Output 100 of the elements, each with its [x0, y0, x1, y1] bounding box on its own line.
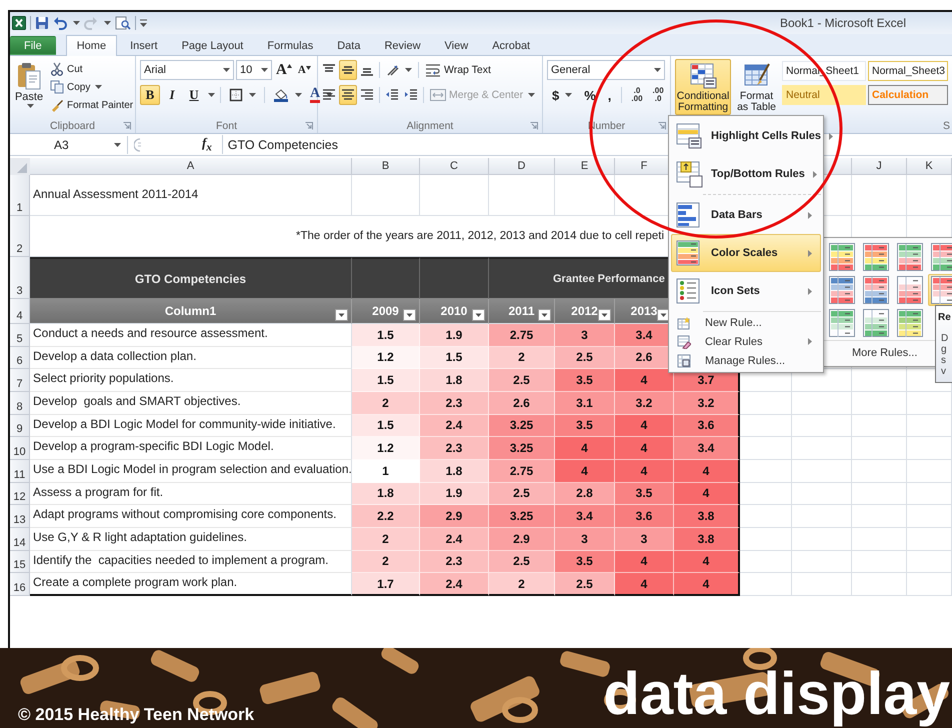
ribbon-tab[interactable]: Page Layout — [170, 36, 254, 55]
color-scale-option[interactable] — [826, 274, 858, 306]
column-header[interactable]: C — [420, 158, 489, 175]
row-header[interactable]: 12 — [10, 482, 30, 506]
empty-cell[interactable] — [792, 437, 852, 460]
menu-item[interactable]: New Rule... — [671, 313, 821, 332]
color-scale-option[interactable] — [826, 307, 858, 339]
color-scale-option[interactable] — [894, 241, 926, 273]
menu-item[interactable]: Manage Rules... — [671, 351, 821, 370]
ribbon-tab[interactable]: Review — [373, 36, 432, 55]
save-icon[interactable] — [35, 16, 49, 30]
filter-dropdown-icon[interactable] — [403, 309, 416, 321]
cell-style-option[interactable]: Neutral — [782, 85, 866, 105]
select-all-icon[interactable] — [10, 158, 31, 175]
empty-cell[interactable] — [907, 175, 952, 216]
empty-cell[interactable] — [852, 460, 907, 483]
ribbon-tab[interactable]: Data — [326, 36, 372, 55]
empty-cell[interactable] — [792, 550, 852, 574]
filter-dropdown-icon[interactable] — [657, 309, 670, 321]
row-header[interactable]: 1 — [10, 175, 30, 216]
column-header[interactable]: J — [852, 158, 907, 175]
row-header[interactable]: 11 — [10, 460, 30, 483]
increase-decimal-button[interactable]: .0 .00 — [627, 86, 647, 104]
empty-cell[interactable] — [852, 414, 907, 438]
empty-cell[interactable] — [907, 482, 952, 506]
font-color-button[interactable]: A — [307, 86, 336, 104]
row-header[interactable]: 8 — [10, 392, 30, 415]
row-header[interactable]: 13 — [10, 505, 30, 528]
empty-cell[interactable] — [852, 437, 907, 460]
filter-dropdown-icon[interactable] — [472, 309, 485, 321]
paste-button[interactable]: Paste — [12, 59, 46, 118]
row-header[interactable]: 15 — [10, 550, 30, 574]
color-scale-option[interactable] — [928, 274, 952, 306]
ribbon-tab[interactable]: View — [434, 36, 480, 55]
menu-item[interactable]: Top/Bottom Rules — [671, 155, 821, 193]
empty-cell[interactable] — [792, 414, 852, 438]
empty-cell[interactable] — [352, 175, 420, 216]
color-scale-option[interactable] — [894, 307, 926, 339]
decrease-decimal-button[interactable]: .00 .0 — [648, 86, 668, 104]
menu-item[interactable]: More Rules... — [851, 346, 918, 360]
row-header[interactable]: 6 — [10, 346, 30, 370]
italic-button[interactable]: I — [162, 85, 182, 105]
empty-cell[interactable] — [792, 528, 852, 551]
row-header[interactable]: 14 — [10, 528, 30, 551]
format-painter-button[interactable]: Format Painter — [48, 96, 136, 114]
empty-cell[interactable] — [907, 528, 952, 551]
ribbon-tab[interactable]: Acrobat — [481, 36, 542, 55]
percent-button[interactable]: % — [579, 86, 601, 104]
empty-cell[interactable] — [907, 460, 952, 483]
filter-dropdown-icon[interactable] — [538, 309, 551, 321]
empty-cell[interactable] — [489, 175, 555, 216]
empty-cell[interactable] — [907, 505, 952, 528]
dialog-launcher-icon[interactable] — [305, 122, 313, 130]
currency-button[interactable]: $ — [547, 86, 578, 104]
filter-dropdown-icon[interactable] — [335, 309, 348, 321]
column-header[interactable]: A — [30, 158, 352, 175]
color-scale-option[interactable] — [826, 241, 858, 273]
color-scale-option[interactable] — [860, 274, 892, 306]
menu-item[interactable]: Color Scales — [671, 234, 821, 272]
customize-toolbar-icon[interactable] — [140, 19, 147, 27]
align-center-button[interactable] — [339, 85, 357, 105]
shrink-font-button[interactable]: A — [296, 63, 313, 77]
color-scale-option[interactable] — [860, 241, 892, 273]
wrap-text-button[interactable]: Wrap Text — [422, 61, 494, 79]
empty-cell[interactable] — [852, 392, 907, 415]
copy-button[interactable]: Copy — [48, 78, 136, 96]
empty-cell[interactable] — [852, 369, 907, 392]
empty-cell[interactable] — [792, 460, 852, 483]
row-header[interactable]: 10 — [10, 437, 30, 460]
column-header[interactable]: K — [907, 158, 952, 175]
bold-button[interactable]: B — [140, 85, 160, 105]
empty-cell[interactable] — [792, 505, 852, 528]
column-header[interactable]: B — [352, 158, 420, 175]
grow-font-button[interactable]: A — [274, 60, 294, 80]
filter-dropdown-icon[interactable] — [598, 309, 611, 321]
redo-icon[interactable] — [84, 16, 98, 30]
empty-cell[interactable] — [852, 528, 907, 551]
column-header[interactable]: E — [555, 158, 615, 175]
row-header[interactable]: 4 — [10, 299, 30, 324]
menu-item[interactable]: Data Bars — [671, 196, 821, 234]
row-header[interactable]: 16 — [10, 573, 30, 596]
insert-function-button[interactable]: f$_{x}$ — [198, 134, 216, 155]
empty-cell[interactable] — [907, 392, 952, 415]
empty-cell[interactable] — [907, 550, 952, 574]
dialog-launcher-icon[interactable] — [658, 122, 666, 130]
file-tab[interactable]: File — [10, 36, 56, 55]
undo-icon[interactable] — [53, 16, 67, 30]
color-scale-option[interactable] — [928, 241, 952, 273]
align-middle-button[interactable] — [339, 60, 357, 80]
color-scale-option[interactable] — [860, 307, 892, 339]
empty-cell[interactable] — [852, 573, 907, 596]
row-header[interactable]: 7 — [10, 369, 30, 392]
cell-style-option[interactable]: Normal_Sheet3 — [868, 61, 948, 81]
empty-cell[interactable] — [420, 175, 489, 216]
empty-cell[interactable] — [792, 573, 852, 596]
dialog-launcher-icon[interactable] — [123, 122, 131, 130]
empty-cell[interactable] — [907, 437, 952, 460]
empty-cell[interactable] — [852, 482, 907, 506]
empty-cell[interactable] — [852, 175, 907, 216]
print-preview-icon[interactable] — [115, 16, 131, 30]
